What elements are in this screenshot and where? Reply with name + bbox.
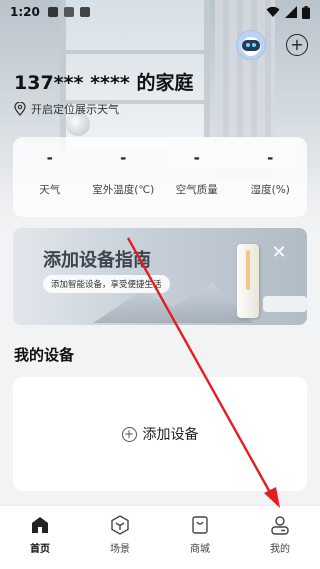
location-pin-icon (14, 102, 26, 116)
add-button[interactable]: + (286, 34, 308, 56)
humidity-value: - (267, 149, 274, 167)
air-conditioner-illustration (237, 244, 259, 318)
nav-item-shop[interactable]: 商城 (170, 514, 230, 555)
outdoor-temp-item: - 室外温度(℃) (87, 137, 161, 217)
status-time: 1:20 (10, 5, 40, 19)
my-devices-title: 我的设备 (14, 346, 75, 364)
plus-circle-icon: + (121, 426, 137, 442)
bottom-nav: 首页 场景 商城 我的 (0, 505, 320, 569)
outdoor-temp-value: - (120, 149, 127, 167)
add-device-label: 添加设备 (142, 427, 199, 443)
close-icon[interactable]: ✕ (270, 244, 288, 262)
nav-label: 商城 (190, 544, 210, 555)
weather-item: - 天气 (13, 137, 87, 217)
nav-label: 场景 (110, 544, 130, 555)
location-text: 开启定位展示天气 (31, 103, 119, 116)
nav-item-profile[interactable]: 我的 (250, 514, 310, 555)
location-prompt[interactable]: 开启定位展示天气 (14, 101, 119, 117)
humidity-item: - 湿度(%) (234, 137, 308, 217)
guide-title: 添加设备指南 (43, 250, 151, 271)
notification-icon (63, 7, 74, 17)
scene-icon (111, 515, 129, 535)
status-bar: 1:20 (0, 0, 320, 24)
weather-card: - 天气 - 室外温度(℃) - 空气质量 - 湿度(%) (13, 137, 307, 217)
weather-value: - (46, 149, 53, 167)
nav-label: 首页 (30, 544, 50, 555)
shop-bag-icon (192, 516, 208, 534)
nav-label: 我的 (270, 544, 290, 555)
air-quality-item: - 空气质量 (160, 137, 234, 217)
outdoor-temp-label: 室外温度(℃) (92, 184, 155, 196)
signal-icon (285, 6, 297, 18)
battery-icon (302, 5, 310, 19)
profile-icon (271, 516, 289, 535)
air-quality-label: 空气质量 (175, 184, 218, 196)
air-quality-value: - (193, 149, 200, 167)
nav-item-home[interactable]: 首页 (10, 514, 70, 555)
nav-item-scene[interactable]: 场景 (90, 514, 150, 555)
add-device-guide-banner[interactable]: 添加设备指南 添加智能设备，享受便捷生活 (13, 228, 307, 325)
humidity-label: 湿度(%) (250, 184, 290, 196)
robot-avatar[interactable] (236, 30, 266, 60)
weather-label: 天气 (39, 184, 61, 196)
add-device-card[interactable]: + 添加设备 (13, 377, 307, 491)
plus-icon: + (290, 35, 304, 54)
home-title[interactable]: 137*** **** 的家庭 (14, 68, 193, 95)
guide-subtitle: 添加智能设备，享受便捷生活 (43, 275, 170, 293)
sofa-illustration (263, 296, 307, 312)
wifi-icon (266, 6, 280, 17)
home-icon (32, 517, 48, 533)
notification-icon (47, 7, 58, 17)
notification-icon (79, 7, 90, 17)
